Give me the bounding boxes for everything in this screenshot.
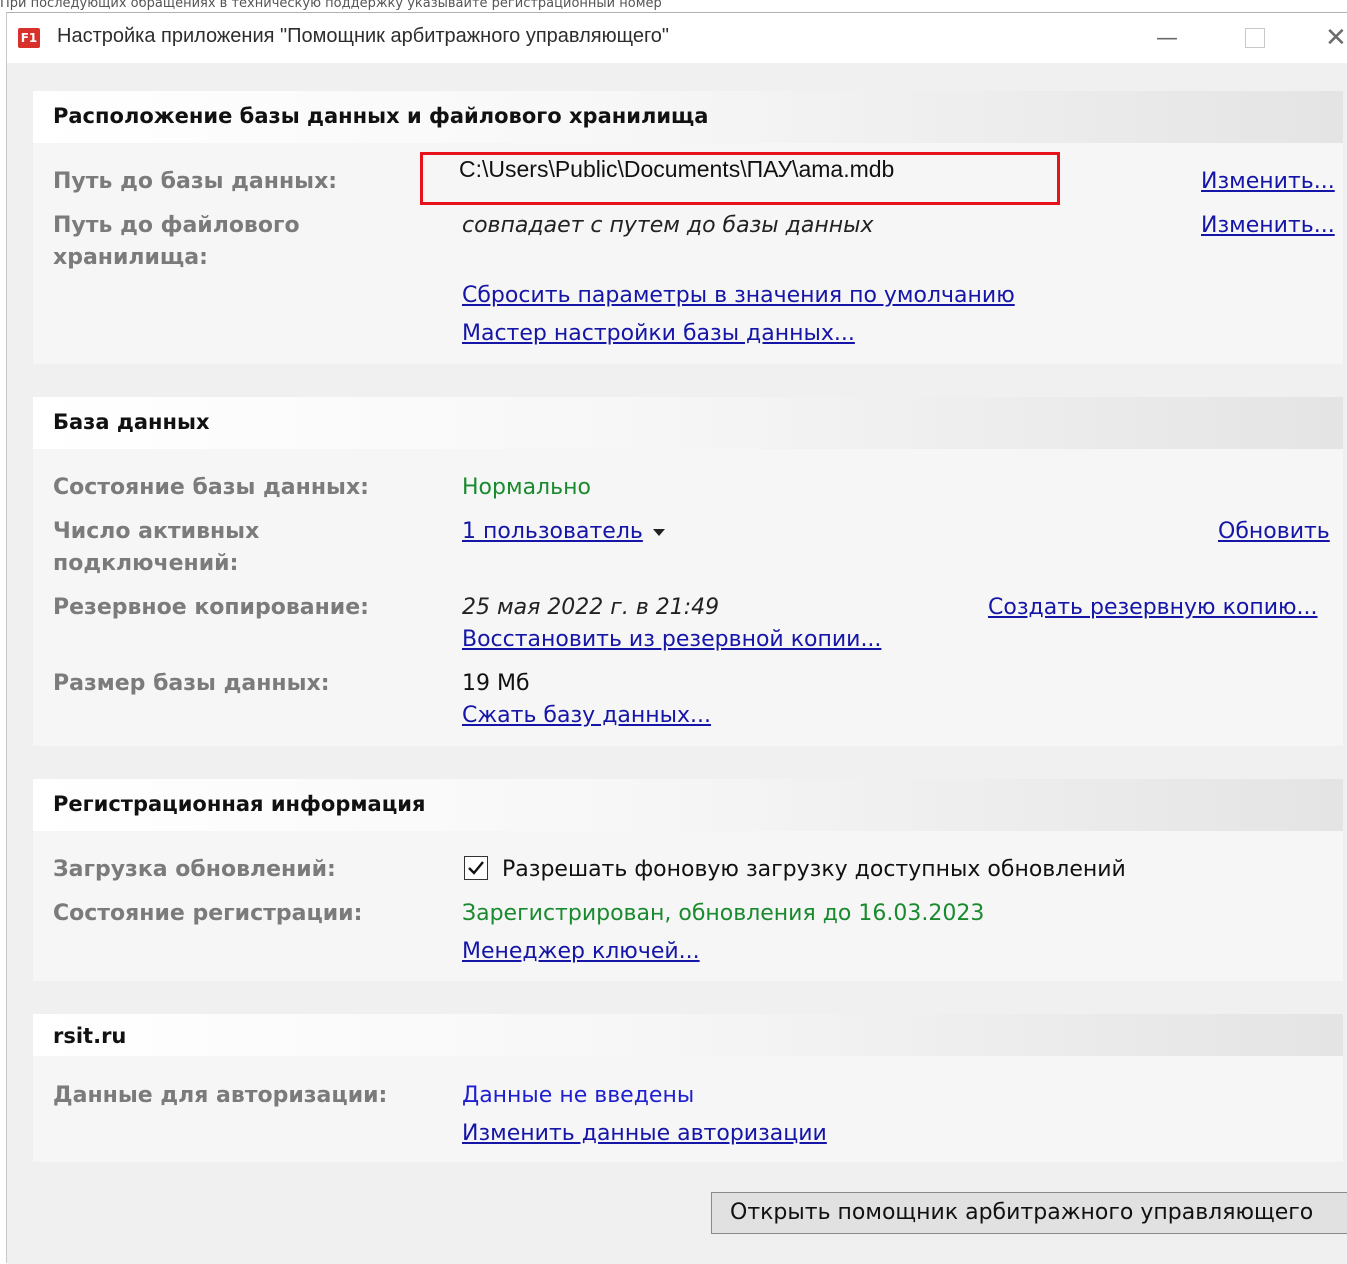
registration-section-title: Регистрационная информация <box>53 792 426 816</box>
connections-dropdown[interactable]: 1 пользователь <box>462 516 665 548</box>
maximize-icon <box>1245 28 1265 48</box>
key-manager-link[interactable]: Менеджер ключей... <box>462 936 700 968</box>
change-db-path-link[interactable]: Изменить... <box>1201 166 1335 198</box>
rsit-section-header: rsit.ru <box>33 1014 1343 1056</box>
change-storage-path-link[interactable]: Изменить... <box>1201 210 1335 242</box>
title-bar[interactable]: F1 Настройка приложения "Помощник арбитр… <box>7 13 1347 63</box>
updates-checkbox[interactable] <box>464 856 488 880</box>
db-size-value: 19 Мб <box>462 671 530 696</box>
restore-backup-link[interactable]: Восстановить из резервной копии... <box>462 624 881 656</box>
registration-section-header: Регистрационная информация <box>33 779 1343 831</box>
window-title: Настройка приложения "Помощник арбитражн… <box>57 25 670 47</box>
close-button[interactable]: ✕ <box>1325 13 1347 63</box>
compress-db-link[interactable]: Сжать базу данных... <box>462 700 711 732</box>
reg-status-label: Состояние регистрации: <box>53 901 363 926</box>
maximize-button[interactable] <box>1225 13 1285 63</box>
backup-date: 25 мая 2022 г. в 21:49 <box>462 595 720 620</box>
minimize-button[interactable]: — <box>1137 13 1197 63</box>
auth-label: Данные для авторизации: <box>53 1083 388 1108</box>
caret-down-icon <box>652 528 665 536</box>
db-size-label: Размер базы данных: <box>53 671 330 696</box>
db-state-label: Состояние базы данных: <box>53 475 369 500</box>
background-window-strip: При последующих обращениях в техническую… <box>0 0 1347 12</box>
db-path-label: Путь до базы данных: <box>53 169 338 194</box>
reset-defaults-link[interactable]: Сбросить параметры в значения по умолчан… <box>462 280 1015 312</box>
open-assistant-button[interactable]: Открыть помощник арбитражного управляюще… <box>711 1192 1347 1234</box>
updates-checkbox-label[interactable]: Разрешать фоновую загрузку доступных обн… <box>502 854 1126 886</box>
updates-label: Загрузка обновлений: <box>53 857 336 882</box>
backup-label: Резервное копирование: <box>53 595 369 620</box>
database-section-header: База данных <box>33 397 1343 449</box>
db-wizard-link[interactable]: Мастер настройки базы данных... <box>462 318 855 350</box>
storage-path-value: совпадает с путем до базы данных <box>462 213 874 238</box>
database-section-title: База данных <box>53 410 210 434</box>
reg-status-value: Зарегистрирован, обновления до 16.03.202… <box>462 901 985 926</box>
connections-label: Число активных подключений: <box>53 519 260 576</box>
location-section-title: Расположение базы данных и файлового хра… <box>53 104 709 128</box>
storage-path-label: Путь до файлового хранилища: <box>53 213 300 270</box>
connections-value: 1 пользователь <box>462 519 643 544</box>
auth-value: Данные не введены <box>462 1083 695 1108</box>
background-window-edge <box>0 12 7 1263</box>
background-window-text: При последующих обращениях в техническую… <box>0 0 662 11</box>
close-icon: ✕ <box>1325 23 1347 53</box>
location-section-header: Расположение базы данных и файлового хра… <box>33 91 1343 143</box>
rsit-section-title: rsit.ru <box>53 1024 127 1048</box>
change-auth-link[interactable]: Изменить данные авторизации <box>462 1118 827 1150</box>
create-backup-link[interactable]: Создать резервную копию... <box>988 592 1318 624</box>
app-icon: F1 <box>18 28 40 48</box>
db-state-value: Нормально <box>462 475 591 500</box>
minimize-icon: — <box>1156 25 1178 51</box>
checkmark-icon <box>468 861 484 875</box>
highlight-box <box>420 152 1060 205</box>
refresh-link[interactable]: Обновить <box>1218 516 1330 548</box>
